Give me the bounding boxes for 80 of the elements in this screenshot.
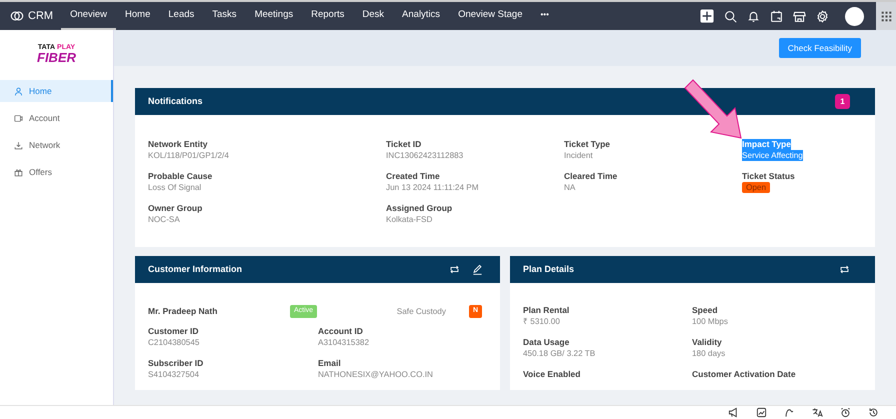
bell-icon[interactable]	[747, 10, 760, 22]
field-value: Service Affecting	[742, 150, 803, 161]
field-value: KOL/118/P01/GP1/2/4	[148, 150, 229, 161]
more-button[interactable]: •••	[532, 2, 558, 30]
alarm-icon[interactable]	[840, 407, 851, 418]
apps-icon[interactable]	[880, 10, 892, 22]
field-label: Customer Activation Date	[692, 369, 796, 380]
edit-icon[interactable]	[472, 264, 483, 275]
field-label: Assigned Group	[386, 203, 452, 214]
count-badge: 1	[835, 94, 850, 109]
field-value: Incident	[564, 150, 593, 161]
field-label: Voice Enabled	[523, 369, 580, 380]
field-value: S4104327504	[148, 368, 199, 380]
sidebar-item[interactable]: Network	[0, 134, 113, 156]
refresh-icon[interactable]	[839, 264, 850, 275]
refresh-icon[interactable]	[449, 264, 460, 275]
field-value: C2104380545	[148, 336, 200, 348]
gesture-icon[interactable]	[784, 407, 795, 418]
settings-icon[interactable]	[816, 10, 829, 22]
gift-icon	[14, 168, 23, 176]
nav-tab[interactable]: Leads	[159, 2, 204, 30]
field-label: Network Entity	[148, 139, 208, 150]
history-icon[interactable]	[868, 407, 879, 418]
nav-tab[interactable]: Analytics	[393, 2, 450, 30]
field-value: 450.18 GB/ 3.22 TB	[523, 348, 596, 359]
field-label: Probable Cause	[148, 171, 212, 182]
field-label: Account ID	[318, 326, 363, 336]
nav-tab[interactable]: Meetings	[246, 2, 302, 30]
app-name: CRM	[28, 8, 54, 24]
safe-custody-label: Safe Custody	[396, 306, 446, 317]
field-value: 100 Mbps	[692, 316, 728, 327]
megaphone-icon[interactable]	[728, 407, 739, 418]
field-value: Jun 13 2024 11:11:24 PM	[386, 182, 479, 193]
field-label: Speed	[692, 305, 718, 316]
avatar-icon[interactable]	[845, 6, 864, 26]
calendar-icon[interactable]	[770, 10, 783, 22]
field-value: NA	[564, 182, 576, 193]
sidebar-item[interactable]: Offers	[0, 161, 113, 183]
translate-icon[interactable]	[812, 407, 823, 418]
nav-tab[interactable]: Desk	[353, 2, 394, 30]
add-icon[interactable]	[700, 9, 714, 23]
field-label: Ticket ID	[386, 139, 422, 150]
card-title: Customer Information	[148, 262, 242, 276]
nav-tab[interactable]: Home	[116, 2, 160, 30]
logo-icon	[10, 9, 24, 23]
customer-name: Mr. Pradeep Nath	[148, 306, 218, 317]
field-label: Email	[318, 358, 341, 368]
nav-tab[interactable]: Reports	[302, 2, 354, 30]
field-label: Data Usage	[523, 337, 570, 348]
field-label: Owner Group	[148, 203, 202, 214]
nav-tab[interactable]: Tasks	[203, 2, 246, 30]
card-title: Plan Details	[523, 262, 574, 276]
field-value: Loss Of Signal	[148, 182, 202, 193]
camera-icon	[14, 114, 23, 122]
field-label: Ticket Type	[564, 139, 610, 150]
field-label: Customer ID	[148, 326, 199, 336]
field-value: Kolkata-FSD	[386, 214, 432, 225]
nav-tab[interactable]: Oneview Stage	[449, 2, 532, 30]
field-value: A3104315382	[318, 336, 369, 348]
field-label: Subscriber ID	[148, 358, 204, 368]
download-icon	[14, 140, 23, 150]
field-label: Cleared Time	[564, 171, 618, 182]
search-icon[interactable]	[724, 10, 737, 22]
logo-text: FIBER	[37, 51, 76, 64]
field-label: Validity	[692, 337, 722, 348]
field-label: Impact Type	[742, 139, 791, 150]
field-label: Ticket Status	[742, 171, 795, 182]
field-label: Plan Rental	[523, 305, 570, 316]
field-value: NATHONESIX@YAHOO.CO.IN	[318, 368, 433, 380]
field-label: Created Time	[386, 171, 440, 182]
status-badge: Open	[742, 182, 770, 193]
field-value: ₹ 5310.00	[523, 316, 560, 327]
field-value: NOC-SA	[148, 214, 180, 225]
card-title: Notifications	[148, 94, 203, 108]
store-icon[interactable]	[793, 10, 806, 22]
user-icon	[14, 86, 23, 96]
field-value: INC13062423112883	[386, 150, 464, 161]
sidebar-item[interactable]: Account	[0, 107, 113, 129]
chart-icon[interactable]	[756, 407, 767, 418]
field-value: 180 days	[692, 348, 726, 359]
